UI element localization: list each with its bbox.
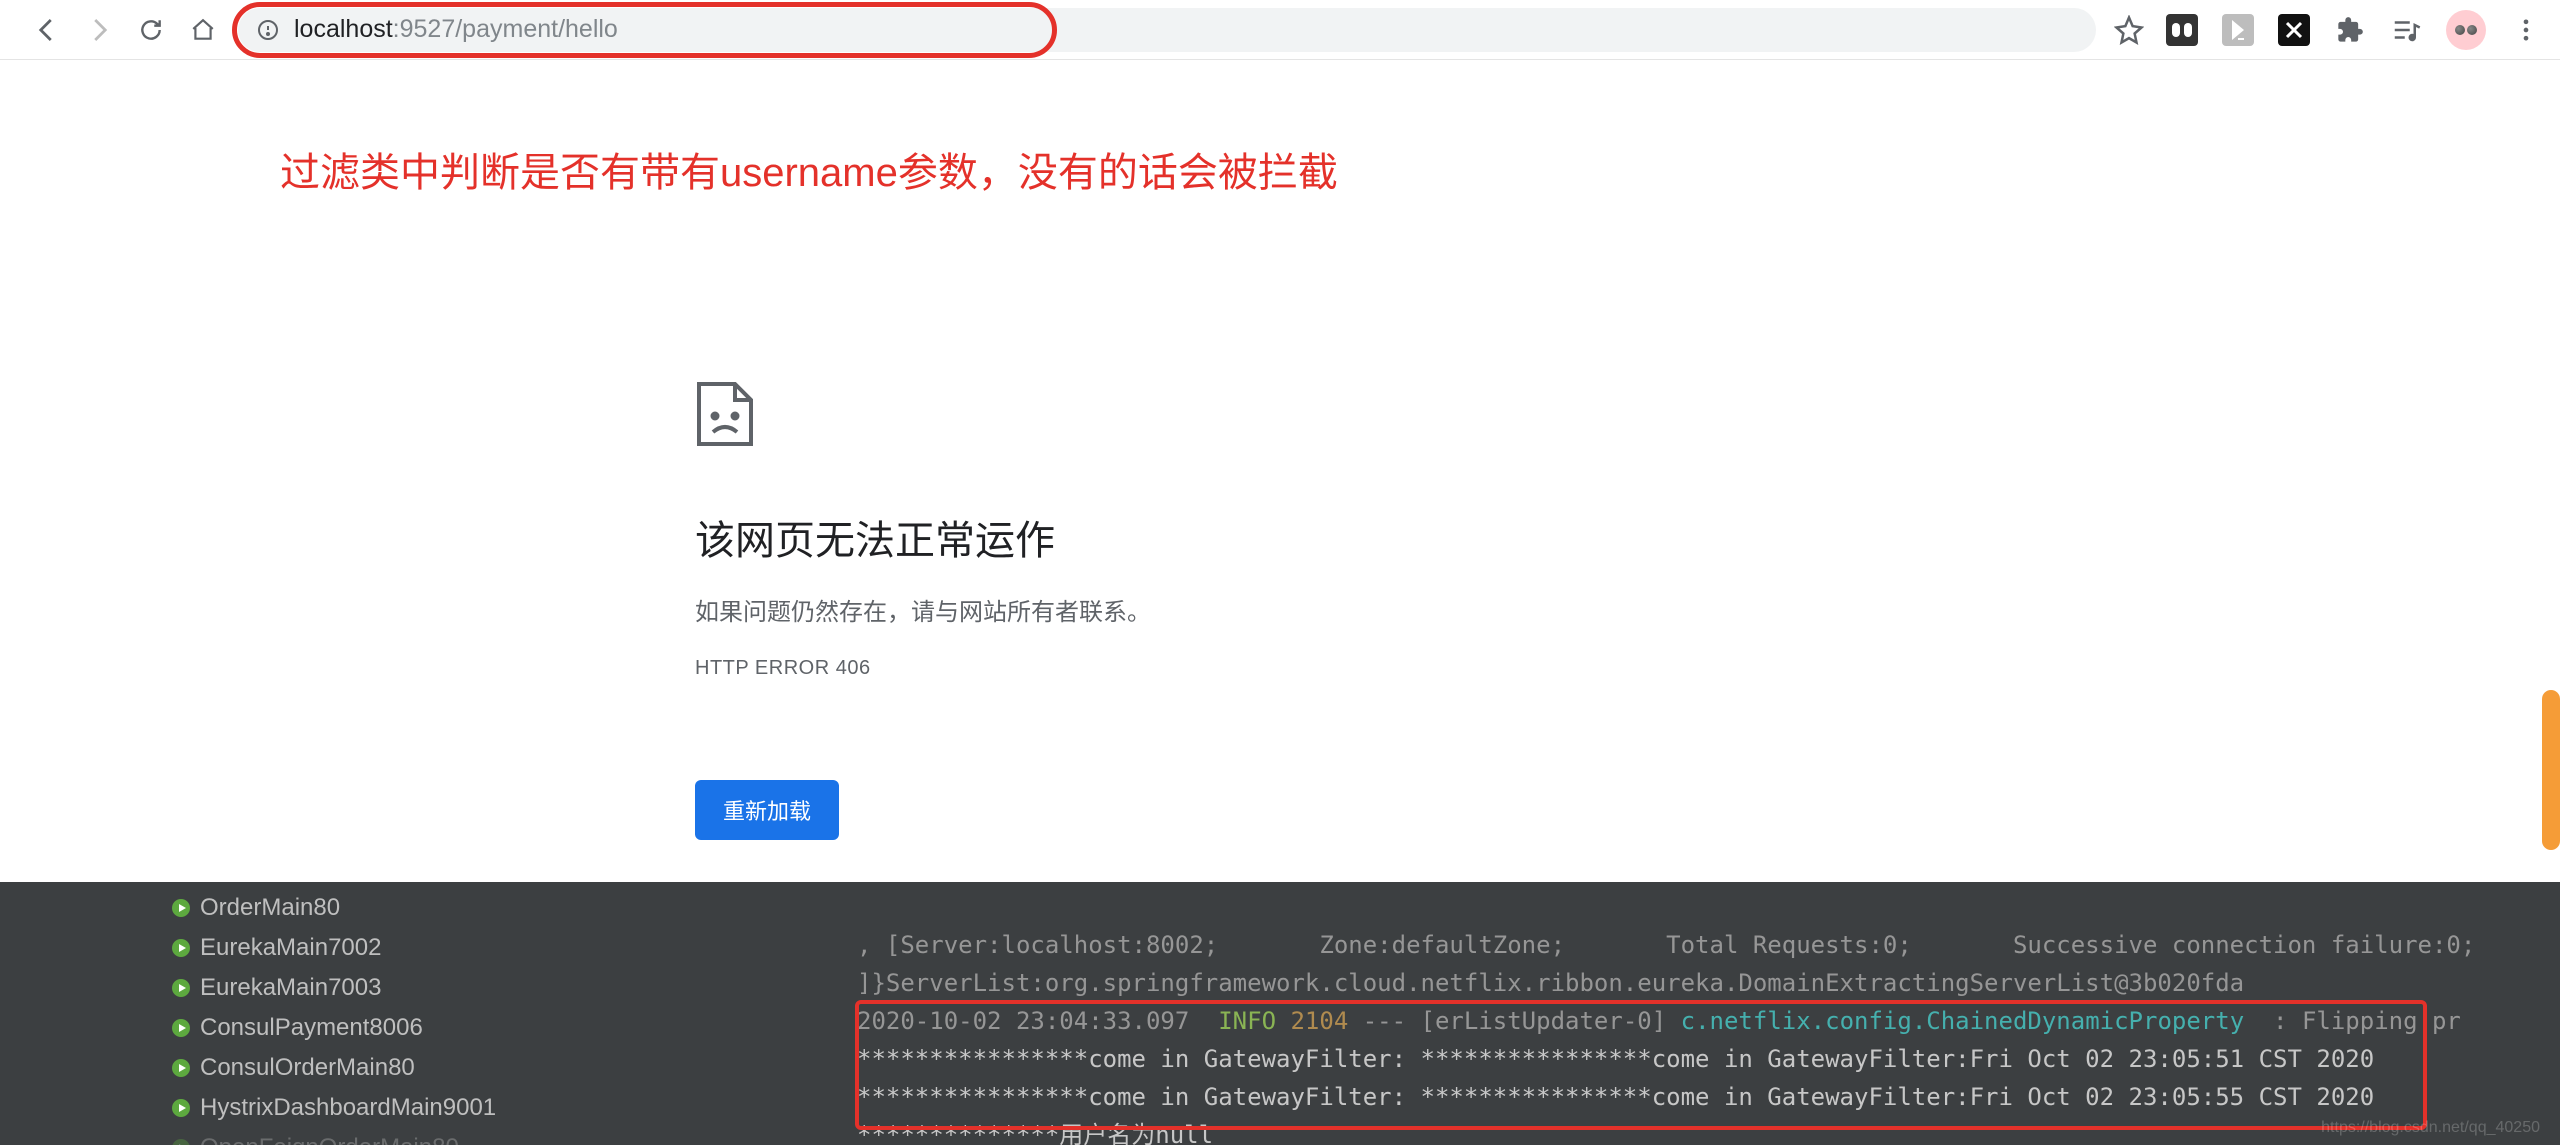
home-button[interactable] (186, 13, 220, 47)
console-level: INFO (1218, 1007, 1276, 1035)
run-item[interactable]: EurekaMain7003 (172, 968, 845, 1008)
run-item[interactable]: ConsulPayment8006 (172, 1008, 845, 1048)
console-line: ]}ServerList:org.springframework.cloud.n… (857, 969, 2244, 997)
run-item-label: EurekaMain7002 (200, 934, 381, 962)
run-status-icon (172, 899, 190, 917)
profile-avatar[interactable] (2446, 10, 2486, 50)
run-status-icon (172, 939, 190, 957)
console-pid: 2104 (1276, 1007, 1348, 1035)
run-status-icon (172, 979, 190, 997)
console-line: **************用户名为null (857, 1121, 1213, 1145)
url-host: localhost (294, 15, 393, 43)
console-ts: 2020-10-02 23:04:33.097 (857, 1007, 1218, 1035)
console-thread: --- [erListUpdater-0] (1348, 1007, 1680, 1035)
console-tail: : Flipping pr (2259, 1007, 2461, 1035)
run-item-label: ConsulPayment8006 (200, 1014, 423, 1042)
url-text: localhost:9527/payment/hello (294, 15, 618, 44)
url-path: /payment/hello (455, 15, 618, 43)
run-status-icon (172, 1139, 190, 1145)
console-line: ****************come in GatewayFilter: *… (857, 1045, 2374, 1073)
address-bar[interactable]: localhost:9527/payment/hello (238, 8, 2096, 52)
page-content: 过滤类中判断是否有带有username参数，没有的话会被拦截 该网页无法正常运作… (0, 60, 2560, 882)
annotation-text: 过滤类中判断是否有带有username参数，没有的话会被拦截 (280, 140, 1338, 198)
run-status-icon (172, 1019, 190, 1037)
error-code: HTTP ERROR 406 (695, 657, 1675, 680)
run-item-label: OrderMain80 (200, 894, 340, 922)
run-item[interactable]: HystrixDashboardMain9001 (172, 1088, 845, 1128)
error-subtitle: 如果问题仍然存在，请与网站所有者联系。 (695, 592, 1675, 627)
address-bar-wrap: localhost:9527/payment/hello (238, 8, 2096, 52)
run-item[interactable]: OpenFeignOrderMain80 (172, 1128, 845, 1145)
run-item-label: EurekaMain7003 (200, 974, 381, 1002)
console-line: , [Server:localhost:8002; Zone:defaultZo… (857, 931, 2560, 959)
bookmark-star-icon[interactable] (2114, 15, 2144, 45)
console-output[interactable]: , [Server:localhost:8002; Zone:defaultZo… (845, 882, 2560, 1145)
error-block: 该网页无法正常运作 如果问题仍然存在，请与网站所有者联系。 HTTP ERROR… (695, 380, 1675, 840)
run-status-icon (172, 1099, 190, 1117)
extension-icons (2166, 10, 2542, 50)
ide-panel: OrderMain80 EurekaMain7002 EurekaMain700… (0, 882, 2560, 1145)
run-item[interactable]: ConsulOrderMain80 (172, 1048, 845, 1088)
sad-page-icon (695, 380, 755, 448)
forward-button[interactable] (82, 13, 116, 47)
watermark: https://blog.csdn.net/qq_40250 (2321, 1119, 2540, 1137)
run-item[interactable]: OrderMain80 (172, 888, 845, 928)
avatar-glasses-icon (2455, 25, 2477, 35)
run-item-label: ConsulOrderMain80 (200, 1054, 415, 1082)
extension-icon-3[interactable] (2278, 14, 2310, 46)
page-scrollbar[interactable] (2542, 690, 2560, 850)
site-info-icon[interactable] (256, 18, 280, 42)
console-class: c.netflix.config.ChainedDynamicProperty (1681, 1007, 2259, 1035)
extensions-menu-icon[interactable] (2334, 14, 2366, 46)
run-item[interactable]: EurekaMain7002 (172, 928, 845, 968)
run-status-icon (172, 1059, 190, 1077)
browser-toolbar: localhost:9527/payment/hello (0, 0, 2560, 60)
reload-button[interactable] (134, 13, 168, 47)
console-line: ****************come in GatewayFilter: *… (857, 1083, 2374, 1111)
run-item-label: OpenFeignOrderMain80 (200, 1134, 459, 1145)
reading-list-icon[interactable] (2390, 14, 2422, 46)
back-button[interactable] (30, 13, 64, 47)
reload-page-button[interactable]: 重新加载 (695, 780, 839, 840)
error-title: 该网页无法正常运作 (695, 508, 1675, 566)
run-configurations-tree: OrderMain80 EurekaMain7002 EurekaMain700… (0, 882, 845, 1145)
url-port: :9527 (393, 15, 456, 43)
run-item-label: HystrixDashboardMain9001 (200, 1094, 496, 1122)
toolbar-right (2114, 10, 2542, 50)
browser-menu-icon[interactable] (2510, 14, 2542, 46)
extension-icon-2[interactable] (2222, 14, 2254, 46)
extension-icon-1[interactable] (2166, 14, 2198, 46)
